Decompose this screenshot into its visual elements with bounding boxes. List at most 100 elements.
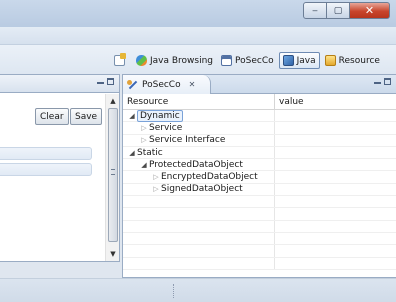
- left-view-controls: [97, 78, 114, 85]
- resource-tree: ◢ Dynamic ▷ Service ▷ Service Interface ◢ Stati…: [123, 109, 396, 270]
- minimize-view-icon[interactable]: [374, 82, 381, 84]
- resource-cell: ◢ ProtectedDataObject: [123, 159, 275, 171]
- value-cell[interactable]: [275, 159, 396, 170]
- resource-perspective-icon: [324, 55, 336, 66]
- tree-row[interactable]: ▷ EncryptedDataObject: [123, 171, 396, 184]
- left-view-content: Clear Save: [0, 94, 104, 261]
- resource-cell: ◢ Dynamic: [123, 109, 275, 122]
- tree-row[interactable]: [123, 220, 396, 233]
- left-view-tab-bar: [0, 75, 119, 93]
- tree-table-header: Resource value: [123, 94, 396, 110]
- collapsed-arrow-icon[interactable]: ▷: [151, 185, 161, 193]
- status-separator: [173, 284, 174, 298]
- tree-node-label[interactable]: ProtectedDataObject: [149, 160, 243, 170]
- window-controls: ‒ ▢ ✕: [303, 2, 390, 19]
- value-cell[interactable]: [275, 245, 396, 256]
- tree-node-label[interactable]: Service Interface: [149, 135, 225, 145]
- value-cell[interactable]: [275, 171, 396, 182]
- value-cell[interactable]: [275, 258, 396, 269]
- perspective-switcher: Java Browsing PoSecCo Java Resource: [111, 52, 383, 69]
- tree-row[interactable]: ◢ ProtectedDataObject: [123, 159, 396, 172]
- perspective-java-browsing[interactable]: Java Browsing: [133, 52, 216, 69]
- tree-row[interactable]: [123, 245, 396, 258]
- resource-cell: ▷ SignedDataObject: [123, 183, 275, 196]
- value-cell[interactable]: [275, 221, 396, 232]
- tree-row[interactable]: ◢ Dynamic: [123, 109, 396, 123]
- value-cell[interactable]: [275, 135, 396, 146]
- resource-cell: [123, 257, 275, 269]
- resource-cell: [123, 196, 275, 208]
- save-button[interactable]: Save: [70, 108, 103, 125]
- tree-row[interactable]: [123, 196, 396, 209]
- scroll-up-arrow-icon[interactable]: ▲: [108, 96, 118, 106]
- maximize-view-icon[interactable]: [384, 78, 391, 85]
- maximize-window-button[interactable]: ▢: [326, 2, 350, 19]
- tree-node-label[interactable]: Static: [137, 148, 163, 158]
- close-tab-icon[interactable]: ✕: [189, 80, 196, 89]
- tree-row[interactable]: [123, 232, 396, 246]
- collapsed-arrow-icon[interactable]: ▷: [139, 124, 149, 132]
- perspective-toolbar: Java Browsing PoSecCo Java Resource: [0, 45, 396, 75]
- scrollbar-grip-icon: [111, 169, 115, 175]
- tree-row[interactable]: ▷ Service: [123, 122, 396, 135]
- value-cell[interactable]: [275, 184, 396, 195]
- tree-node-label[interactable]: SignedDataObject: [161, 184, 243, 194]
- menu-bar: [0, 27, 396, 45]
- tree-row[interactable]: [123, 257, 396, 270]
- perspective-resource[interactable]: Resource: [322, 52, 383, 69]
- input-field[interactable]: [0, 147, 92, 160]
- window-title-bar: ‒ ▢ ✕: [0, 0, 396, 27]
- tree-node-label[interactable]: Dynamic: [137, 109, 183, 122]
- value-cell[interactable]: [275, 196, 396, 207]
- posecco-perspective-icon: [221, 55, 233, 66]
- perspective-java[interactable]: Java: [278, 52, 320, 69]
- value-cell[interactable]: [275, 208, 396, 219]
- tree-row[interactable]: [123, 208, 396, 221]
- java-browsing-icon: [136, 55, 147, 66]
- status-bar: [0, 278, 396, 302]
- tree-row[interactable]: ◢ Static: [123, 146, 396, 160]
- column-header-resource[interactable]: Resource: [123, 94, 275, 110]
- expanded-arrow-icon[interactable]: ◢: [127, 112, 137, 120]
- open-perspective-icon: [114, 53, 126, 66]
- value-cell[interactable]: [275, 233, 396, 244]
- perspective-label: Java Browsing: [150, 55, 214, 66]
- tab-posecco[interactable]: PoSecCo ✕: [123, 75, 211, 94]
- clear-button[interactable]: Clear: [35, 108, 69, 125]
- collapsed-arrow-icon[interactable]: ▷: [151, 173, 161, 181]
- scroll-down-arrow-icon[interactable]: ▼: [108, 249, 118, 259]
- collapsed-arrow-icon[interactable]: ▷: [139, 136, 149, 144]
- value-cell[interactable]: [275, 147, 396, 158]
- resource-cell: ▷ Service Interface: [123, 134, 275, 146]
- resource-cell: ▷ EncryptedDataObject: [123, 171, 275, 183]
- tree-row[interactable]: ▷ SignedDataObject: [123, 183, 396, 197]
- input-field[interactable]: [0, 163, 92, 176]
- value-cell[interactable]: [275, 110, 396, 121]
- perspective-label: Resource: [338, 55, 380, 66]
- close-window-button[interactable]: ✕: [349, 2, 390, 19]
- tree-row[interactable]: ▷ Service Interface: [123, 134, 396, 147]
- maximize-view-icon[interactable]: [107, 78, 114, 85]
- left-view-scrollbar[interactable]: ▲ ▼: [105, 94, 119, 261]
- column-header-value[interactable]: value: [275, 94, 396, 110]
- perspective-label: Java: [296, 55, 316, 66]
- expanded-arrow-icon[interactable]: ◢: [127, 149, 137, 157]
- value-cell[interactable]: [275, 122, 396, 133]
- resource-cell: [123, 208, 275, 220]
- tree-node-label[interactable]: EncryptedDataObject: [161, 172, 258, 182]
- minimize-window-button[interactable]: ‒: [303, 2, 327, 19]
- resource-cell: ▷ Service: [123, 122, 275, 134]
- minimize-view-icon[interactable]: [97, 82, 104, 84]
- left-editor-view: Clear Save ▲ ▼: [0, 74, 120, 262]
- open-perspective-button[interactable]: [111, 52, 131, 69]
- perspective-posecco[interactable]: PoSecCo: [218, 52, 277, 69]
- posecco-view-icon: [127, 79, 138, 90]
- posecco-view: PoSecCo ✕ Resource value ◢ Dynamic ▷ Servic…: [122, 74, 396, 278]
- resource-cell: [123, 245, 275, 257]
- resource-cell: ◢ Static: [123, 146, 275, 159]
- expanded-arrow-icon[interactable]: ◢: [139, 161, 149, 169]
- resource-cell: [123, 220, 275, 232]
- tree-node-label[interactable]: Service: [149, 123, 182, 133]
- scrollbar-thumb[interactable]: [108, 108, 118, 242]
- tab-title: PoSecCo: [142, 79, 181, 90]
